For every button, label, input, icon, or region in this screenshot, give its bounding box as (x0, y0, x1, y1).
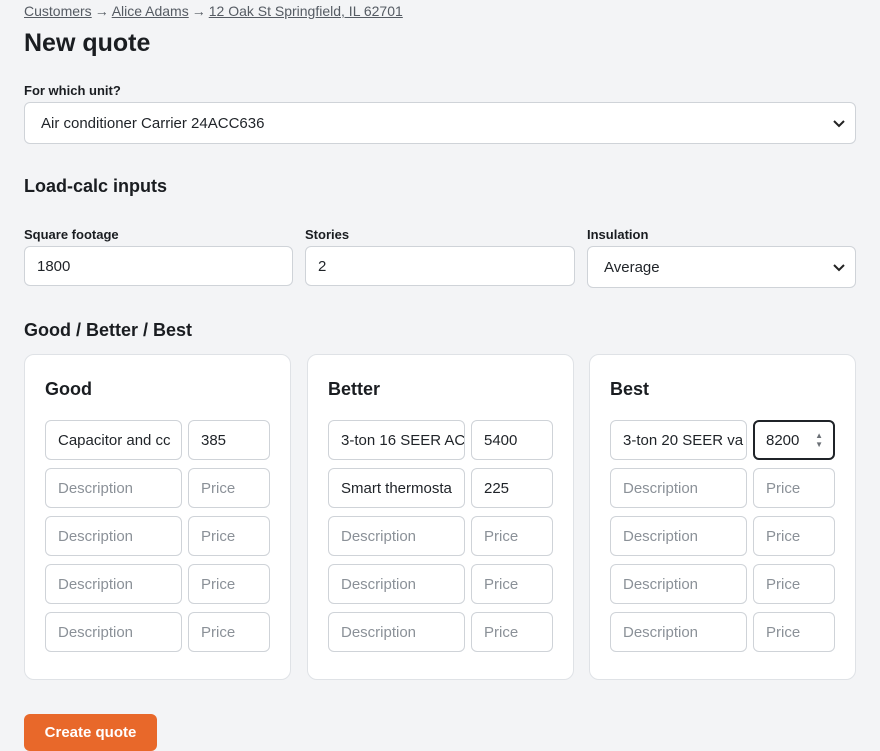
tier-card-better: Better 3-ton 16 SEER AC 5400 Smart therm… (307, 354, 574, 680)
line-item-price[interactable]: Price (753, 516, 835, 556)
page-title: New quote (24, 29, 151, 57)
line-item-price[interactable]: Price (188, 516, 270, 556)
line-item-price[interactable]: Price (188, 564, 270, 604)
chevron-down-icon (833, 116, 845, 131)
insulation-select[interactable]: Average (587, 246, 856, 288)
line-item-description[interactable]: Description (45, 468, 182, 508)
line-item-description[interactable]: Description (45, 516, 182, 556)
line-item-description[interactable]: Description (610, 564, 747, 604)
line-item-description[interactable]: Description (610, 516, 747, 556)
line-item-price[interactable]: Price (471, 612, 553, 652)
line-item-description[interactable]: Smart thermosta (328, 468, 465, 508)
tiers-heading: Good / Better / Best (24, 320, 193, 340)
square-footage-label: Square footage (24, 227, 119, 242)
chevron-down-icon (833, 260, 845, 275)
line-item-price[interactable]: Price (753, 468, 835, 508)
create-quote-button[interactable]: Create quote (24, 714, 157, 751)
unit-label: For which unit? (24, 83, 121, 98)
line-item-price[interactable]: Price (753, 612, 835, 652)
line-item-description[interactable]: 3-ton 16 SEER AC (328, 420, 465, 460)
line-item-price-value: 8200 (766, 431, 800, 449)
breadcrumb-separator: → (191, 3, 206, 19)
tier-card-best: Best 3-ton 20 SEER va 8200 ▲ ▼ Descriptio… (589, 354, 856, 680)
line-item-price[interactable]: Price (471, 516, 553, 556)
insulation-label: Insulation (587, 227, 649, 242)
breadcrumb-separator: → (94, 3, 109, 19)
tier-card-good: Good Capacitor and cc 385 Description Pr… (24, 354, 291, 680)
line-item-description[interactable]: Description (328, 564, 465, 604)
insulation-select-value: Average (604, 258, 660, 276)
line-item-price[interactable]: 225 (471, 468, 553, 508)
line-item-description[interactable]: Description (610, 612, 747, 652)
line-item-price[interactable]: Price (188, 612, 270, 652)
line-item-description[interactable]: Capacitor and cc (45, 420, 182, 460)
line-item-description[interactable]: Description (328, 612, 465, 652)
tier-title: Good (45, 379, 92, 399)
breadcrumb-address-link[interactable]: 12 Oak St Springfield, IL 62701 (209, 3, 403, 19)
line-item-price[interactable]: Price (471, 564, 553, 604)
tier-title: Better (328, 379, 381, 399)
line-item-price[interactable]: 5400 (471, 420, 553, 460)
line-item-description[interactable]: Description (610, 468, 747, 508)
stories-input[interactable]: 2 (305, 246, 575, 286)
line-item-price[interactable]: Price (753, 564, 835, 604)
number-stepper-icon[interactable]: ▲ ▼ (815, 431, 823, 449)
line-item-price[interactable]: 385 (188, 420, 270, 460)
breadcrumb: Customers → Alice Adams → 12 Oak St Springfi… (24, 3, 403, 19)
breadcrumb-customers-link[interactable]: Customers (24, 3, 92, 19)
stories-label: Stories (305, 227, 350, 242)
line-item-description[interactable]: 3-ton 20 SEER va (610, 420, 747, 460)
tier-title: Best (610, 379, 650, 399)
new-quote-page: Customers → Alice Adams → 12 Oak St Springfi… (0, 0, 880, 751)
line-item-description[interactable]: Description (328, 516, 465, 556)
line-item-price[interactable]: Price (188, 468, 270, 508)
unit-select[interactable]: Air conditioner Carrier 24ACC636 (24, 102, 856, 144)
line-item-description[interactable]: Description (45, 564, 182, 604)
line-item-description[interactable]: Description (45, 612, 182, 652)
breadcrumb-customer-link[interactable]: Alice Adams (112, 3, 189, 19)
line-item-price[interactable]: 8200 ▲ ▼ (753, 420, 835, 460)
load-calc-heading: Load-calc inputs (24, 176, 168, 196)
unit-select-value: Air conditioner Carrier 24ACC636 (41, 114, 265, 132)
square-footage-input[interactable]: 1800 (24, 246, 293, 286)
